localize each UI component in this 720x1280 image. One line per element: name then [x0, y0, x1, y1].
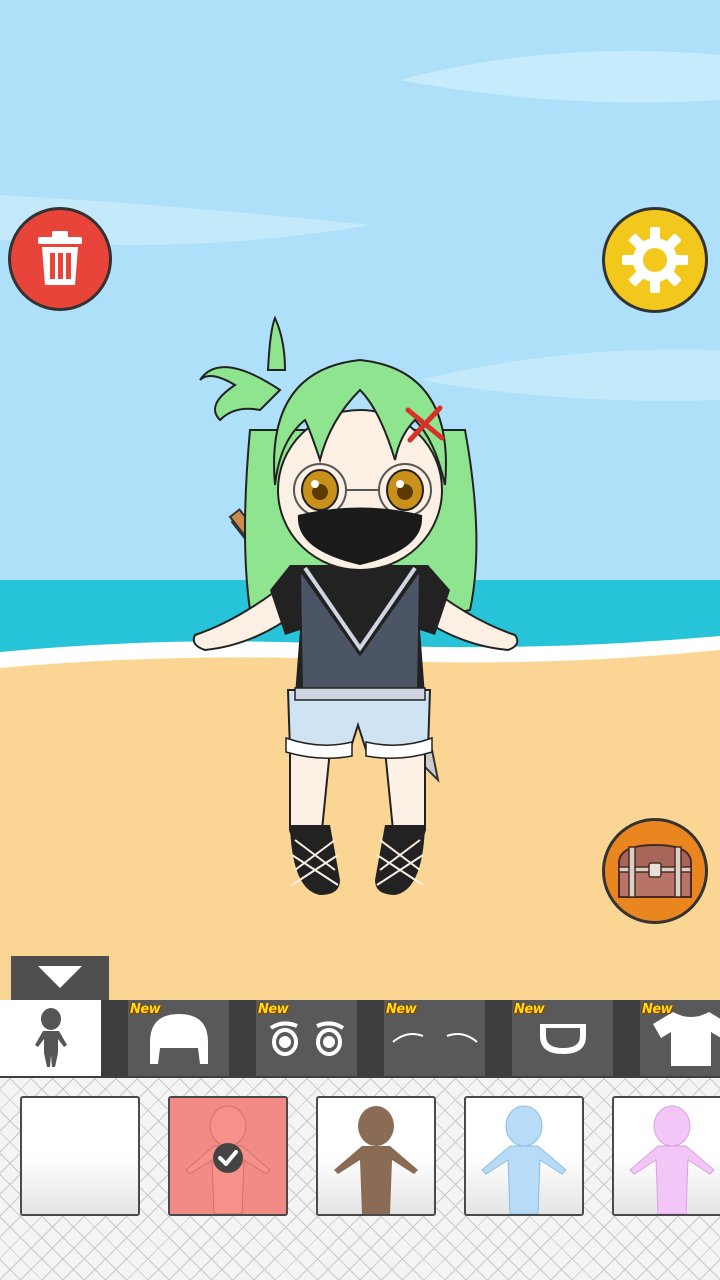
- tab-clothes[interactable]: New: [640, 1000, 720, 1076]
- eyebrows-icon: [391, 1033, 478, 1043]
- chibi-character[interactable]: [180, 310, 540, 910]
- new-badge: New: [130, 1002, 161, 1017]
- tab-eyebrows[interactable]: New: [384, 1000, 485, 1076]
- tab-body[interactable]: [0, 1000, 101, 1076]
- body-option-lavender[interactable]: [612, 1096, 720, 1216]
- body-option-blank[interactable]: [20, 1096, 140, 1216]
- body-option-pink-selected[interactable]: [168, 1096, 288, 1216]
- settings-button[interactable]: [602, 207, 708, 313]
- new-badge: New: [386, 1002, 417, 1017]
- body-option-brown[interactable]: [316, 1096, 436, 1216]
- triangle-down-icon: [38, 966, 82, 988]
- delete-button[interactable]: [8, 207, 112, 311]
- new-badge: New: [258, 1002, 289, 1017]
- tab-hair[interactable]: New: [128, 1000, 229, 1076]
- checkmark-icon: [213, 1143, 243, 1173]
- gear-icon: [622, 227, 688, 293]
- treasure-chest-icon: [618, 843, 692, 898]
- new-badge: New: [642, 1002, 673, 1017]
- category-tab-bar: New New New New New: [0, 1000, 720, 1078]
- trash-icon: [38, 231, 82, 285]
- body-option-blue[interactable]: [464, 1096, 584, 1216]
- body-preview: [629, 1105, 715, 1214]
- new-badge: New: [514, 1002, 545, 1017]
- hair-icon: [149, 1014, 208, 1064]
- eyes-icon: [269, 1021, 344, 1056]
- body-preview: [481, 1105, 567, 1214]
- treasure-chest-button[interactable]: [602, 818, 708, 924]
- body-options-panel: [0, 1078, 720, 1280]
- collapse-panel-button[interactable]: [11, 956, 109, 1000]
- tab-mouth[interactable]: New: [512, 1000, 613, 1076]
- mouth-icon: [539, 1024, 586, 1054]
- tab-eyes[interactable]: New: [256, 1000, 357, 1076]
- shirt-icon: [652, 1012, 720, 1066]
- body-preview: [334, 1106, 418, 1214]
- body-silhouette-icon: [34, 1008, 67, 1067]
